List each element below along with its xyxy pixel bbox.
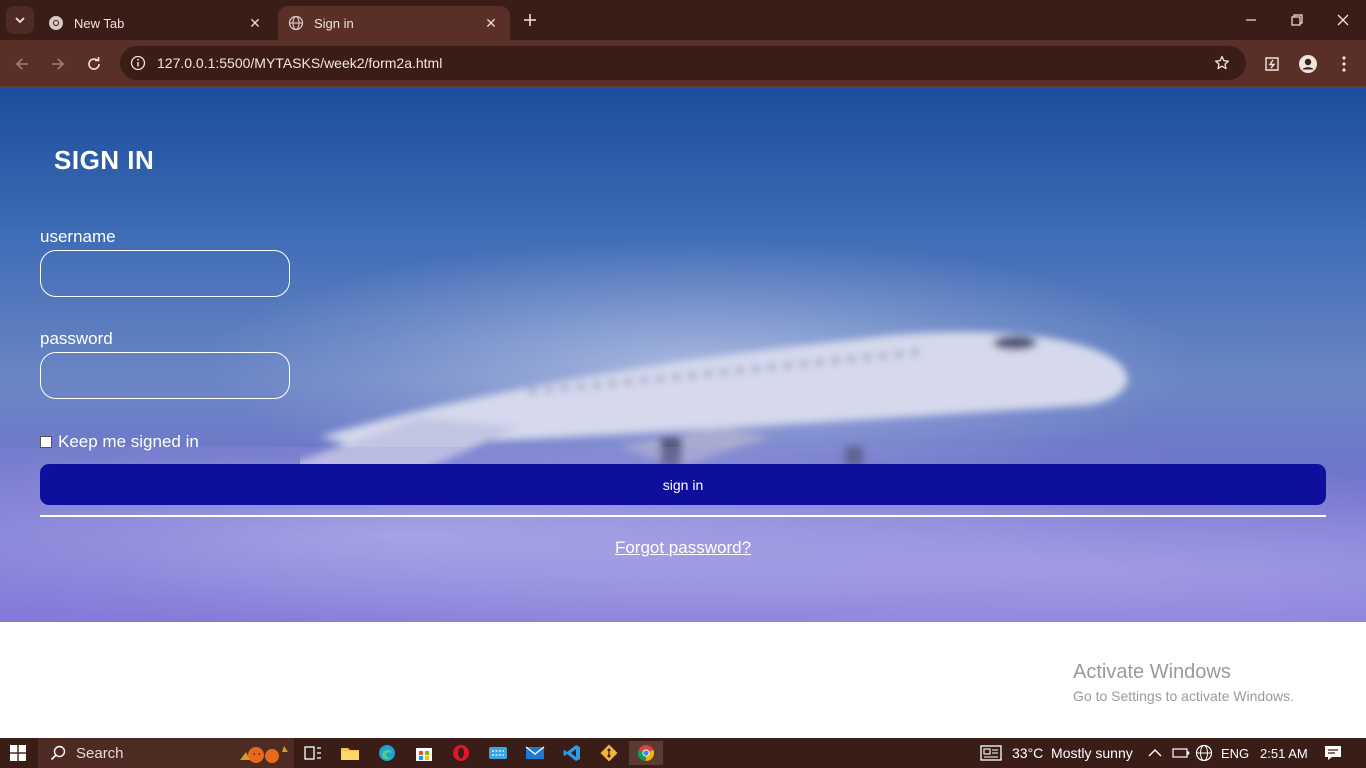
taskbar-search-box[interactable]: Search — [38, 738, 294, 768]
new-tab-button[interactable] — [518, 8, 542, 32]
keyboard-app-icon[interactable] — [481, 741, 515, 765]
address-bar[interactable]: 127.0.0.1:5500/MYTASKS/week2/form2a.html — [120, 46, 1246, 80]
url-text[interactable]: 127.0.0.1:5500/MYTASKS/week2/form2a.html — [157, 55, 442, 71]
vscode-icon[interactable] — [555, 741, 589, 765]
minimize-icon — [1246, 19, 1256, 21]
battery-icon[interactable] — [1172, 738, 1190, 768]
globe-icon — [288, 15, 304, 31]
performance-icon[interactable] — [1258, 50, 1286, 78]
chrome-icon — [49, 16, 63, 30]
tab-new-tab[interactable]: New Tab ✕ — [38, 6, 274, 40]
page-viewport: SIGN IN username password Keep me signed… — [0, 87, 1366, 738]
close-window-button[interactable] — [1320, 0, 1366, 40]
keep-signed-in-label[interactable]: Keep me signed in — [58, 432, 199, 452]
more-menu-icon[interactable] — [1330, 50, 1358, 78]
restore-button[interactable] — [1274, 0, 1320, 40]
site-info-icon[interactable] — [128, 53, 148, 73]
back-button[interactable] — [8, 50, 36, 78]
watermark-subtitle: Go to Settings to activate Windows. — [1073, 688, 1294, 704]
tab-title: New Tab — [74, 15, 125, 31]
chrome-taskbar-icon[interactable] — [629, 741, 663, 765]
network-globe-icon[interactable] — [1195, 738, 1213, 768]
hero-background: SIGN IN username password Keep me signed… — [0, 87, 1366, 622]
password-label: password — [40, 329, 113, 348]
close-tab-icon[interactable]: ✕ — [246, 14, 264, 32]
taskbar: Search 33°C Mostly sunny ENG 2:51 AM — [0, 738, 1366, 768]
sign-in-button[interactable]: sign in — [40, 464, 1326, 505]
reload-icon — [88, 57, 100, 70]
news-weather-icon — [980, 745, 1002, 761]
tab-sign-in[interactable]: Sign in ✕ — [278, 6, 510, 40]
username-label: username — [40, 227, 116, 246]
plus-icon — [524, 14, 536, 26]
forgot-password-link[interactable]: Forgot password? — [0, 538, 1366, 558]
opera-browser-icon[interactable] — [444, 741, 478, 765]
watermark-title: Activate Windows — [1073, 661, 1231, 683]
keep-signed-in-row[interactable]: Keep me signed in — [40, 432, 199, 452]
weather-text: 33°C Mostly sunny — [1012, 745, 1133, 761]
tab-search-button[interactable] — [6, 6, 34, 34]
show-hidden-icons-button[interactable] — [1148, 738, 1162, 768]
file-explorer-icon[interactable] — [333, 741, 367, 765]
windows-logo-icon — [10, 745, 26, 761]
edge-browser-icon[interactable] — [370, 741, 404, 765]
keep-signed-in-checkbox[interactable] — [40, 436, 52, 448]
close-tab-icon[interactable]: ✕ — [482, 14, 500, 32]
clock[interactable]: 2:51 AM — [1260, 738, 1308, 768]
task-view-icon[interactable] — [296, 741, 330, 765]
password-input[interactable] — [40, 352, 290, 399]
taskbar-search-label: Search — [76, 744, 124, 762]
chevron-up-icon — [1148, 749, 1162, 757]
username-input[interactable] — [40, 250, 290, 297]
browser-tab-strip: New Tab ✕ Sign in ✕ — [0, 0, 1366, 40]
halloween-pumpkins-icon — [240, 746, 288, 763]
weather-widget[interactable]: 33°C Mostly sunny — [980, 738, 1133, 768]
divider — [40, 515, 1326, 517]
forward-button[interactable] — [44, 50, 72, 78]
minimize-button[interactable] — [1228, 0, 1274, 40]
start-button[interactable] — [0, 738, 36, 768]
activate-windows-watermark: Activate Windows Go to Settings to activ… — [1073, 661, 1294, 704]
arrow-right-icon — [52, 58, 65, 70]
git-app-icon[interactable] — [592, 741, 626, 765]
close-icon — [1337, 14, 1349, 26]
search-icon — [50, 745, 66, 761]
profile-avatar-icon[interactable] — [1294, 50, 1322, 78]
reload-button[interactable] — [80, 50, 108, 78]
arrow-left-icon — [15, 58, 28, 70]
restore-icon — [1291, 14, 1303, 26]
bookmark-star-icon[interactable] — [1212, 53, 1232, 73]
page-title: SIGN IN — [54, 145, 155, 175]
tab-title: Sign in — [314, 15, 354, 31]
microsoft-store-icon[interactable] — [407, 741, 441, 765]
browser-toolbar: 127.0.0.1:5500/MYTASKS/week2/form2a.html — [0, 40, 1366, 87]
language-indicator[interactable]: ENG — [1221, 738, 1249, 768]
chevron-down-icon — [15, 17, 25, 24]
mail-app-icon[interactable] — [518, 741, 552, 765]
notifications-icon[interactable] — [1324, 738, 1342, 768]
